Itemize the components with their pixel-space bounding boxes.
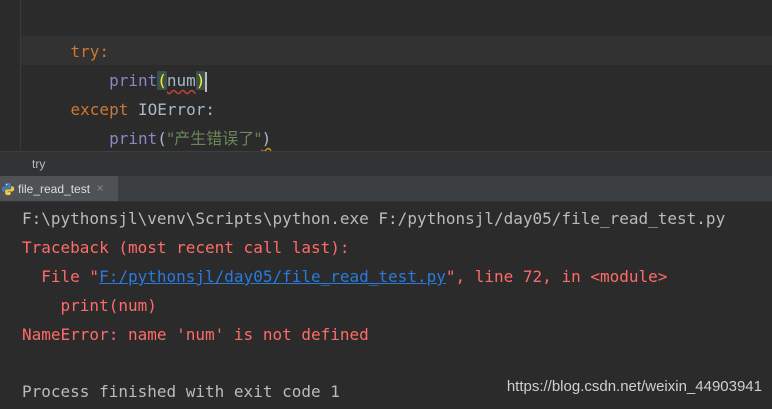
watermark-text: https://blog.csdn.net/weixin_44903941 <box>506 378 762 395</box>
file-link[interactable]: F:/pythonsjl/day05/file_read_test.py <box>99 267 446 286</box>
code-line-4[interactable]: print("产生错误了") <box>32 95 271 148</box>
traceback-code-line: print(num) <box>22 296 157 315</box>
code-editor[interactable]: try: print(num) except IOError: print("产… <box>0 0 772 150</box>
traceback-file-line: File "F:/pythonsjl/day05/file_read_test.… <box>22 262 667 291</box>
error-message: NameError: name 'num' is not defined <box>22 325 369 344</box>
code-line-3[interactable]: except IOError: <box>32 66 216 119</box>
file-prefix: File " <box>22 267 100 286</box>
print-call: print <box>109 129 158 148</box>
file-suffix: ", line 72, in <module> <box>445 267 668 286</box>
string-literal: "产生错误了" <box>166 129 262 148</box>
python-icon <box>1 182 15 195</box>
open-paren: ( <box>157 129 167 148</box>
close-icon[interactable]: × <box>96 183 104 194</box>
exit-status-line: Process finished with exit code 1 <box>22 382 340 401</box>
code-line-1[interactable]: try: <box>32 8 110 61</box>
traceback-header: Traceback (most recent call last): <box>22 238 350 257</box>
code-line-2[interactable]: print(num) <box>32 37 208 92</box>
close-paren: ) <box>261 129 272 148</box>
breadcrumb[interactable]: try <box>0 151 772 177</box>
breadcrumb-item-try[interactable]: try <box>32 157 45 171</box>
run-tab-bar: file_read_test × <box>0 176 772 202</box>
run-console[interactable]: F:\pythonsjl\venv\Scripts\python.exe F:/… <box>0 202 772 409</box>
tab-file-read-test[interactable]: file_read_test × <box>0 176 118 201</box>
tab-label: file_read_test <box>18 181 91 196</box>
console-command-line: F:\pythonsjl\venv\Scripts\python.exe F:/… <box>22 209 726 228</box>
gutter-divider <box>20 0 21 150</box>
